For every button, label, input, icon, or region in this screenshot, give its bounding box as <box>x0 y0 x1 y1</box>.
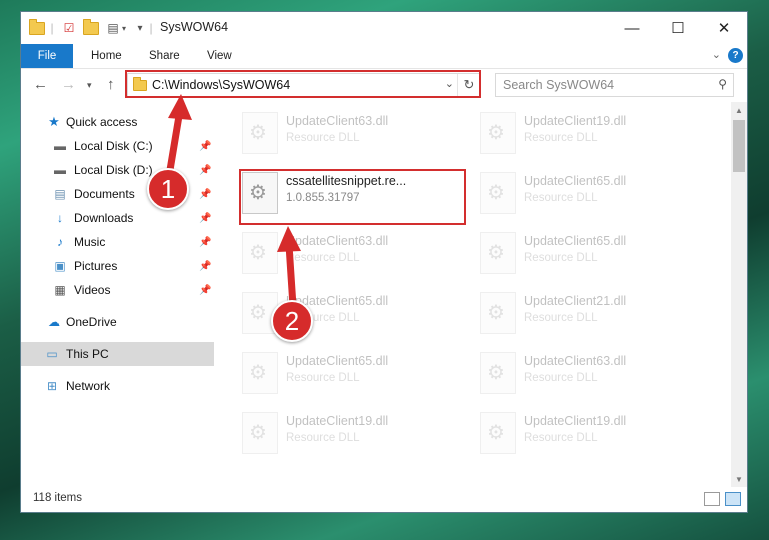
annotation-arrows <box>166 94 301 310</box>
arrow-1-shaft <box>166 106 184 174</box>
arrow-2-head <box>277 226 301 252</box>
arrow-1-head <box>168 94 192 120</box>
annotation-badge-1: 1 <box>147 168 189 210</box>
arrow-2-shaft <box>285 241 297 310</box>
annotation-badge-2: 2 <box>271 300 313 342</box>
